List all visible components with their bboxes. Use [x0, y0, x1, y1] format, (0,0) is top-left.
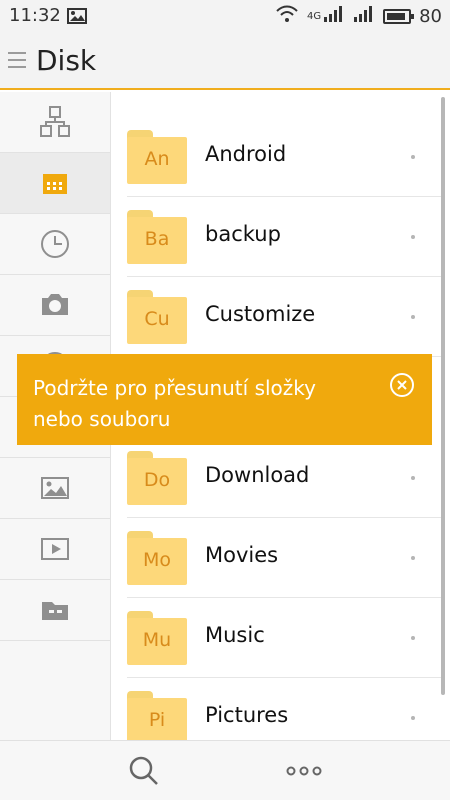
storage-card-icon: [43, 174, 67, 194]
file-row[interactable]: An Android: [127, 117, 443, 197]
row-menu-dot[interactable]: [411, 556, 415, 560]
folder-icon: Pi: [127, 691, 187, 740]
wifi-icon: [275, 5, 299, 28]
search-button[interactable]: [124, 754, 164, 788]
folder-abbreviation: Pi: [148, 709, 166, 731]
package-icon: [42, 602, 68, 620]
file-row[interactable]: Pi Pictures: [127, 678, 443, 740]
row-menu-dot[interactable]: [411, 315, 415, 319]
sidebar-item-storage[interactable]: [0, 153, 110, 214]
file-name: Pictures: [205, 703, 289, 727]
file-name: Download: [205, 463, 310, 487]
file-name: Customize: [205, 302, 316, 326]
scrollbar[interactable]: [441, 97, 445, 695]
cellular-signal-icon: [353, 5, 375, 28]
status-time: 11:32: [9, 5, 61, 26]
row-menu-dot[interactable]: [411, 155, 415, 159]
toast-text: Podržte pro přesunutí složky nebo soubor…: [33, 376, 316, 431]
battery-icon: [383, 9, 415, 24]
menu-icon[interactable]: [8, 52, 26, 70]
sidebar-item-camera[interactable]: [0, 275, 110, 336]
sidebar-item-network[interactable]: [0, 92, 110, 153]
toast-message: Podržte pro přesunutí složky nebo soubor…: [17, 354, 432, 445]
file-row[interactable]: Do Download: [127, 438, 443, 518]
video-icon: [41, 538, 69, 560]
sidebar-item-videos[interactable]: [0, 519, 110, 580]
camera-icon: [42, 294, 68, 315]
file-row[interactable]: Mu Music: [127, 598, 443, 678]
cellular-signal-icon: [323, 5, 345, 28]
folder-icon: Ba: [127, 210, 187, 264]
folder-icon: An: [127, 130, 187, 184]
row-menu-dot[interactable]: [411, 716, 415, 720]
folder-abbreviation: Ba: [144, 228, 170, 250]
image-icon: [67, 8, 87, 28]
status-bar: 11:32 4G 80: [0, 0, 450, 32]
file-name: backup: [205, 222, 281, 246]
network-icon: [40, 106, 70, 137]
row-menu-dot[interactable]: [411, 476, 415, 480]
page-title: Disk: [36, 44, 97, 77]
clock-icon: [41, 230, 69, 258]
folder-abbreviation: Mu: [142, 629, 172, 651]
image-icon: [41, 477, 69, 499]
sidebar-item-recent[interactable]: [0, 214, 110, 275]
sidebar-item-packages[interactable]: [0, 580, 110, 641]
folder-abbreviation: Mo: [142, 549, 172, 571]
row-menu-dot[interactable]: [411, 235, 415, 239]
battery-level: 80: [419, 6, 442, 27]
row-menu-dot[interactable]: [411, 636, 415, 640]
file-row[interactable]: Ba backup: [127, 197, 443, 277]
folder-icon: Mo: [127, 531, 187, 585]
search-icon: [129, 756, 158, 785]
sidebar-item-images[interactable]: [0, 458, 110, 519]
bottom-bar: [0, 740, 450, 800]
file-name: Movies: [205, 543, 279, 567]
folder-abbreviation: An: [144, 148, 170, 170]
more-icon: [286, 766, 322, 776]
network-label: 4G: [306, 11, 322, 22]
close-circle-icon[interactable]: [389, 372, 415, 398]
folder-icon: Mu: [127, 611, 187, 665]
title-bar: Disk: [0, 32, 450, 90]
folder-icon: Cu: [127, 290, 187, 344]
folder-icon: Do: [127, 451, 187, 505]
folder-abbreviation: Cu: [144, 308, 170, 330]
file-row[interactable]: Mo Movies: [127, 518, 443, 598]
more-button[interactable]: [284, 754, 324, 788]
file-name: Music: [205, 623, 265, 647]
file-row[interactable]: Cu Customize: [127, 277, 443, 357]
folder-abbreviation: Do: [143, 469, 171, 491]
file-name: Android: [205, 142, 287, 166]
